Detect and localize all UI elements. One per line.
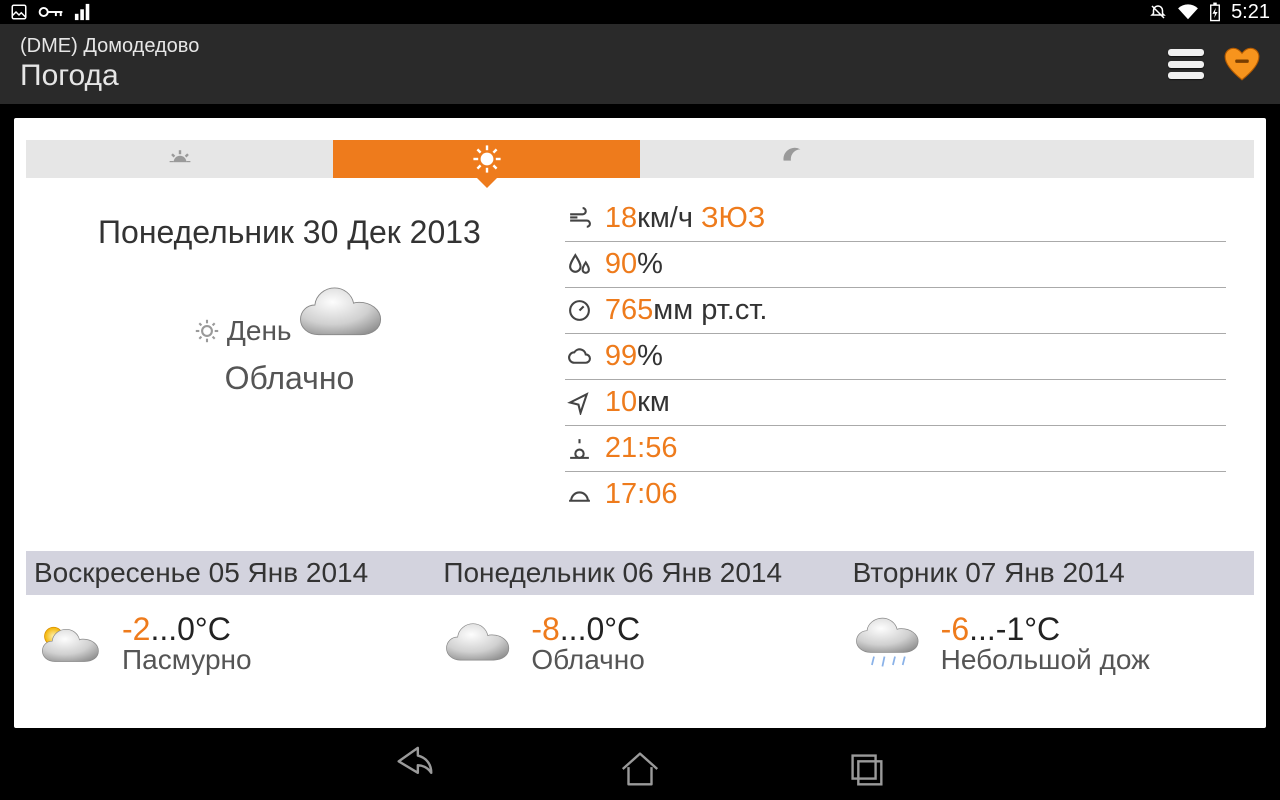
current-summary: Понедельник 30 Дек 2013 День Облачно (14, 196, 565, 517)
gauge-icon (567, 298, 592, 323)
android-nav-bar (0, 738, 1280, 800)
forecast-date-0[interactable]: Воскресенье 05 Янв 2014 (26, 551, 435, 595)
humidity-value: 90 (605, 248, 637, 281)
forecast-item-2[interactable]: -6...-1°C Небольшой дож (845, 613, 1254, 675)
cloud-icon (443, 618, 513, 670)
key-icon (38, 3, 64, 21)
sun-outline-icon (193, 317, 221, 345)
wifi-icon (1177, 3, 1199, 21)
forecast-2-desc: Небольшой дож (941, 645, 1150, 675)
forecast-0-low: -2 (122, 611, 150, 647)
metric-wind: 18 км/ч ЗЮЗ (565, 196, 1226, 242)
forecast-item-0[interactable]: -2...0°C Пасмурно (26, 613, 435, 675)
header-subtitle: (DME) Домодедово (20, 35, 199, 57)
cloud-cover-unit: % (637, 340, 663, 373)
cloud-icon (296, 283, 386, 345)
android-status-bar: 5:21 (0, 0, 1280, 24)
forecast-body: -2...0°C Пасмурно -8...0°C Облачно -6...… (26, 613, 1254, 675)
weather-card: Понедельник 30 Дек 2013 День Облачно 18 … (14, 118, 1266, 728)
visibility-icon (567, 390, 592, 415)
wind-direction: ЗЮЗ (701, 202, 765, 235)
forecast-1-desc: Облачно (531, 645, 644, 675)
current-date: Понедельник 30 Дек 2013 (24, 214, 555, 251)
pressure-value: 765 (605, 294, 653, 327)
battery-charging-icon (1209, 2, 1221, 22)
sunrise-icon (567, 436, 592, 461)
page-title: Погода (20, 59, 199, 93)
favorite-button[interactable] (1224, 47, 1260, 81)
day-period-tabs (26, 140, 1254, 178)
forecast-1-low: -8 (531, 611, 559, 647)
rain-cloud-icon (853, 614, 923, 674)
tab-night[interactable] (947, 140, 1254, 178)
sunrise-value: 21:56 (605, 432, 678, 465)
visibility-unit: км (637, 386, 670, 419)
tab-day[interactable] (333, 140, 640, 178)
humidity-icon (567, 252, 592, 277)
metric-humidity: 90% (565, 242, 1226, 288)
wind-icon (567, 206, 592, 231)
tab-evening[interactable] (640, 140, 947, 178)
cloud-outline-icon (567, 344, 592, 369)
humidity-unit: % (637, 248, 663, 281)
current-condition: Облачно (24, 360, 555, 397)
forecast-item-1[interactable]: -8...0°C Облачно (435, 613, 844, 675)
forecast-date-1[interactable]: Понедельник 06 Янв 2014 (435, 551, 844, 595)
vibrate-icon (1149, 3, 1167, 21)
sunset-icon (567, 482, 592, 507)
period-label: День (227, 315, 292, 347)
visibility-value: 10 (605, 386, 637, 419)
tab-dawn[interactable] (26, 140, 333, 178)
forecast-date-2[interactable]: Вторник 07 Янв 2014 (845, 551, 1254, 595)
app-header: (DME) Домодедово Погода (0, 24, 1280, 104)
current-details: 18 км/ч ЗЮЗ 90% 765 мм рт.ст. 99% 10 км … (565, 196, 1266, 517)
cloud-cover-value: 99 (605, 340, 637, 373)
metric-sunset: 17:06 (565, 472, 1226, 517)
nav-recent-button[interactable] (843, 746, 889, 792)
nav-back-button[interactable] (391, 746, 437, 792)
wind-unit: км/ч (637, 202, 693, 235)
sunset-value: 17:06 (605, 478, 678, 511)
metric-visibility: 10 км (565, 380, 1226, 426)
pressure-unit: мм рт.ст. (653, 294, 767, 327)
partly-cloudy-icon (34, 618, 104, 670)
forecast-header: Воскресенье 05 Янв 2014 Понедельник 06 Я… (26, 551, 1254, 595)
wind-value: 18 (605, 202, 637, 235)
forecast-2-low: -6 (941, 611, 969, 647)
forecast-0-desc: Пасмурно (122, 645, 252, 675)
menu-button[interactable] (1168, 49, 1204, 79)
status-time: 5:21 (1231, 1, 1270, 24)
metric-sunrise: 21:56 (565, 426, 1226, 472)
metric-pressure: 765 мм рт.ст. (565, 288, 1226, 334)
nav-home-button[interactable] (617, 746, 663, 792)
picture-icon (10, 3, 28, 21)
bars-icon (74, 3, 92, 21)
metric-cloud-cover: 99% (565, 334, 1226, 380)
